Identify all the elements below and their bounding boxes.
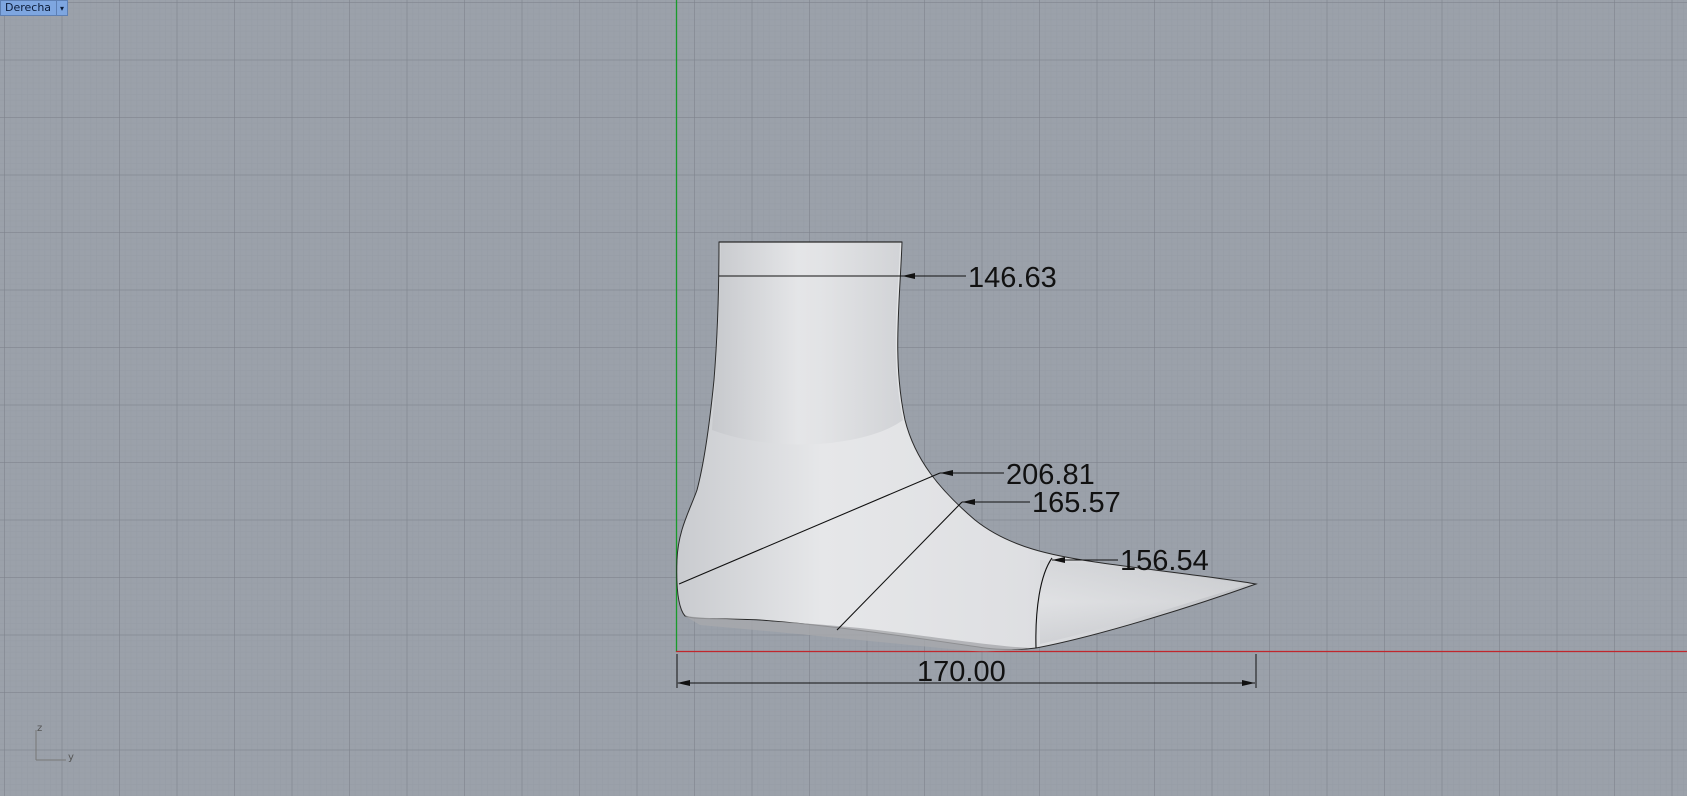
axis-y-label: y [68, 752, 74, 763]
viewport-title-tab[interactable]: Derecha ▾ [0, 0, 69, 16]
ball-girth-label[interactable]: 156.54 [1120, 545, 1209, 577]
right-viewport[interactable]: 146.63 206.81 165.57 156.54 170.00 z y D… [0, 0, 1687, 796]
viewport-scene: 146.63 206.81 165.57 156.54 170.00 z y [35, 0, 1687, 763]
ankle-girth-label[interactable]: 146.63 [968, 262, 1057, 294]
waist-girth-label[interactable]: 165.57 [1032, 487, 1121, 519]
dropdown-arrow-icon[interactable]: ▾ [56, 1, 67, 15]
axis-widget: z y [35, 723, 74, 763]
viewport-title[interactable]: Derecha [1, 1, 56, 15]
length-dimension-label[interactable]: 170.00 [917, 656, 1006, 688]
shoe-last-model[interactable] [676, 241, 1258, 652]
axis-z-label: z [37, 723, 42, 734]
